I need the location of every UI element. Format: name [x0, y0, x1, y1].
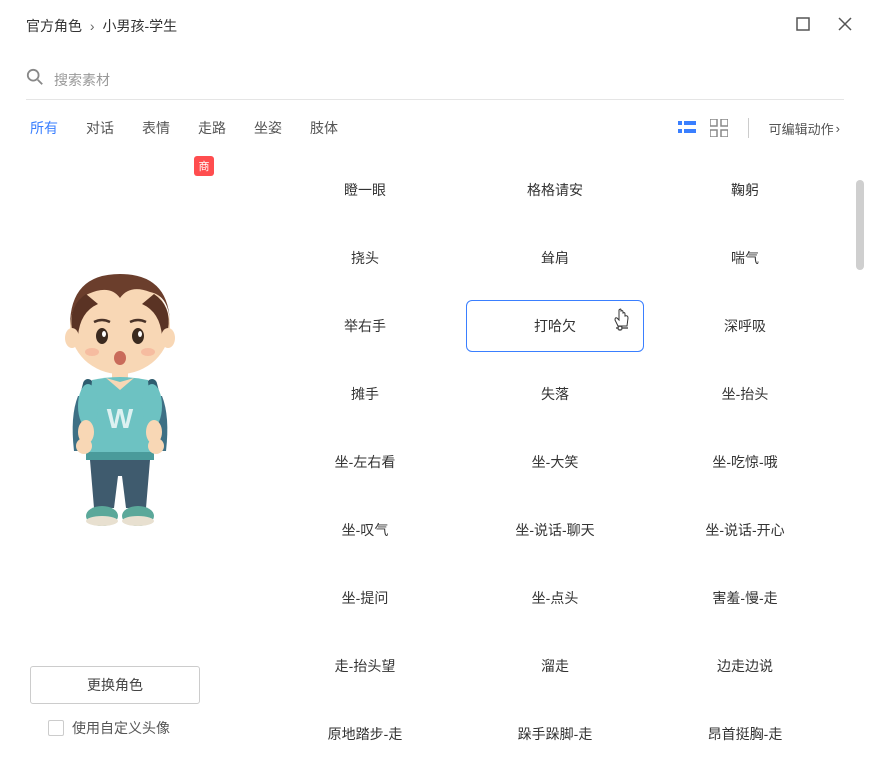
action-item[interactable]: 走-抬头望: [270, 632, 460, 700]
view-divider: [748, 118, 749, 138]
action-item[interactable]: 鞠躬: [650, 156, 840, 224]
action-label: 害羞-慢-走: [712, 588, 777, 608]
tab-all[interactable]: 所有: [30, 118, 58, 138]
change-character-button[interactable]: 更换角色: [30, 666, 200, 704]
action-item[interactable]: 坐-说话-开心: [650, 496, 840, 564]
action-item[interactable]: 边走边说: [650, 632, 840, 700]
search-bar[interactable]: [26, 60, 844, 100]
action-label: 喘气: [731, 248, 759, 268]
action-item[interactable]: 坐-吃惊-哦: [650, 428, 840, 496]
action-item[interactable]: 举右手: [270, 292, 460, 360]
chevron-right-icon: ›: [836, 121, 840, 136]
tab-expression[interactable]: 表情: [142, 118, 170, 138]
svg-text:W: W: [107, 403, 134, 434]
grid-view-icon[interactable]: [710, 119, 728, 137]
action-item[interactable]: 挠头: [270, 224, 460, 292]
breadcrumb: 官方角色 › 小男孩-学生: [26, 16, 177, 36]
action-item[interactable]: 喘气: [650, 224, 840, 292]
character-preview: W: [30, 256, 270, 561]
action-label: 坐-说话-开心: [705, 520, 784, 540]
action-label: 坐-大笑: [532, 452, 579, 472]
action-item[interactable]: 深呼吸: [650, 292, 840, 360]
action-item[interactable]: 打哈欠: [460, 292, 650, 360]
action-label: 坐-点头: [532, 588, 579, 608]
search-input[interactable]: [54, 72, 844, 88]
commercial-badge: 商: [194, 156, 214, 176]
action-item[interactable]: 坐-大笑: [460, 428, 650, 496]
action-label: 摊手: [351, 384, 379, 404]
action-label: 瞪一眼: [344, 180, 386, 200]
action-item[interactable]: 失落: [460, 360, 650, 428]
tab-dialog[interactable]: 对话: [86, 118, 114, 138]
action-item[interactable]: 坐-抬头: [650, 360, 840, 428]
action-item[interactable]: 跺手跺脚-走: [460, 700, 650, 768]
action-label: 鞠躬: [731, 180, 759, 200]
close-icon[interactable]: [838, 17, 852, 35]
tab-walk[interactable]: 走路: [198, 118, 226, 138]
action-item[interactable]: 坐-左右看: [270, 428, 460, 496]
action-label: 昂首挺胸-走: [708, 724, 783, 744]
custom-avatar-option[interactable]: 使用自定义头像: [48, 718, 270, 738]
action-label: 打哈欠: [534, 316, 576, 336]
action-label: 挠头: [351, 248, 379, 268]
action-label: 走-抬头望: [335, 656, 396, 676]
action-label: 坐-左右看: [335, 452, 396, 472]
action-label: 原地踏步-走: [328, 724, 403, 744]
custom-avatar-label: 使用自定义头像: [72, 718, 170, 738]
action-label: 耸肩: [541, 248, 569, 268]
breadcrumb-current: 小男孩-学生: [102, 18, 177, 34]
tab-limb[interactable]: 肢体: [310, 118, 338, 138]
action-label: 格格请安: [527, 180, 583, 200]
search-icon: [26, 68, 44, 91]
action-label: 坐-提问: [342, 588, 389, 608]
category-tabs: 所有 对话 表情 走路 坐姿 肢体: [30, 118, 338, 138]
action-item[interactable]: 溜走: [460, 632, 650, 700]
action-item[interactable]: 坐-说话-聊天: [460, 496, 650, 564]
action-label: 失落: [541, 384, 569, 404]
action-label: 溜走: [541, 656, 569, 676]
action-item[interactable]: 瞪一眼: [270, 156, 460, 224]
action-label: 跺手跺脚-走: [518, 724, 593, 744]
action-item[interactable]: 昂首挺胸-走: [650, 700, 840, 768]
breadcrumb-root[interactable]: 官方角色: [26, 18, 82, 34]
action-label: 坐-叹气: [342, 520, 389, 540]
settings-icon[interactable]: [615, 318, 629, 335]
action-item[interactable]: 坐-提问: [270, 564, 460, 632]
action-label: 坐-抬头: [722, 384, 769, 404]
action-label: 深呼吸: [724, 316, 766, 336]
tab-sit[interactable]: 坐姿: [254, 118, 282, 138]
editable-actions-link[interactable]: 可编辑动作 ›: [769, 119, 840, 138]
scrollbar-thumb[interactable]: [856, 180, 864, 270]
maximize-icon[interactable]: [796, 17, 810, 35]
action-item[interactable]: 摊手: [270, 360, 460, 428]
action-item[interactable]: 原地踏步-走: [270, 700, 460, 768]
action-label: 坐-吃惊-哦: [712, 452, 777, 472]
action-label: 边走边说: [717, 656, 773, 676]
breadcrumb-sep: ›: [90, 18, 95, 34]
custom-avatar-checkbox[interactable]: [48, 720, 64, 736]
list-view-icon[interactable]: [678, 119, 696, 137]
action-label: 举右手: [344, 316, 386, 336]
action-item[interactable]: 害羞-慢-走: [650, 564, 840, 632]
action-item[interactable]: 坐-点头: [460, 564, 650, 632]
action-label: 坐-说话-聊天: [515, 520, 594, 540]
action-item[interactable]: 耸肩: [460, 224, 650, 292]
action-item[interactable]: 格格请安: [460, 156, 650, 224]
action-item[interactable]: 坐-叹气: [270, 496, 460, 564]
